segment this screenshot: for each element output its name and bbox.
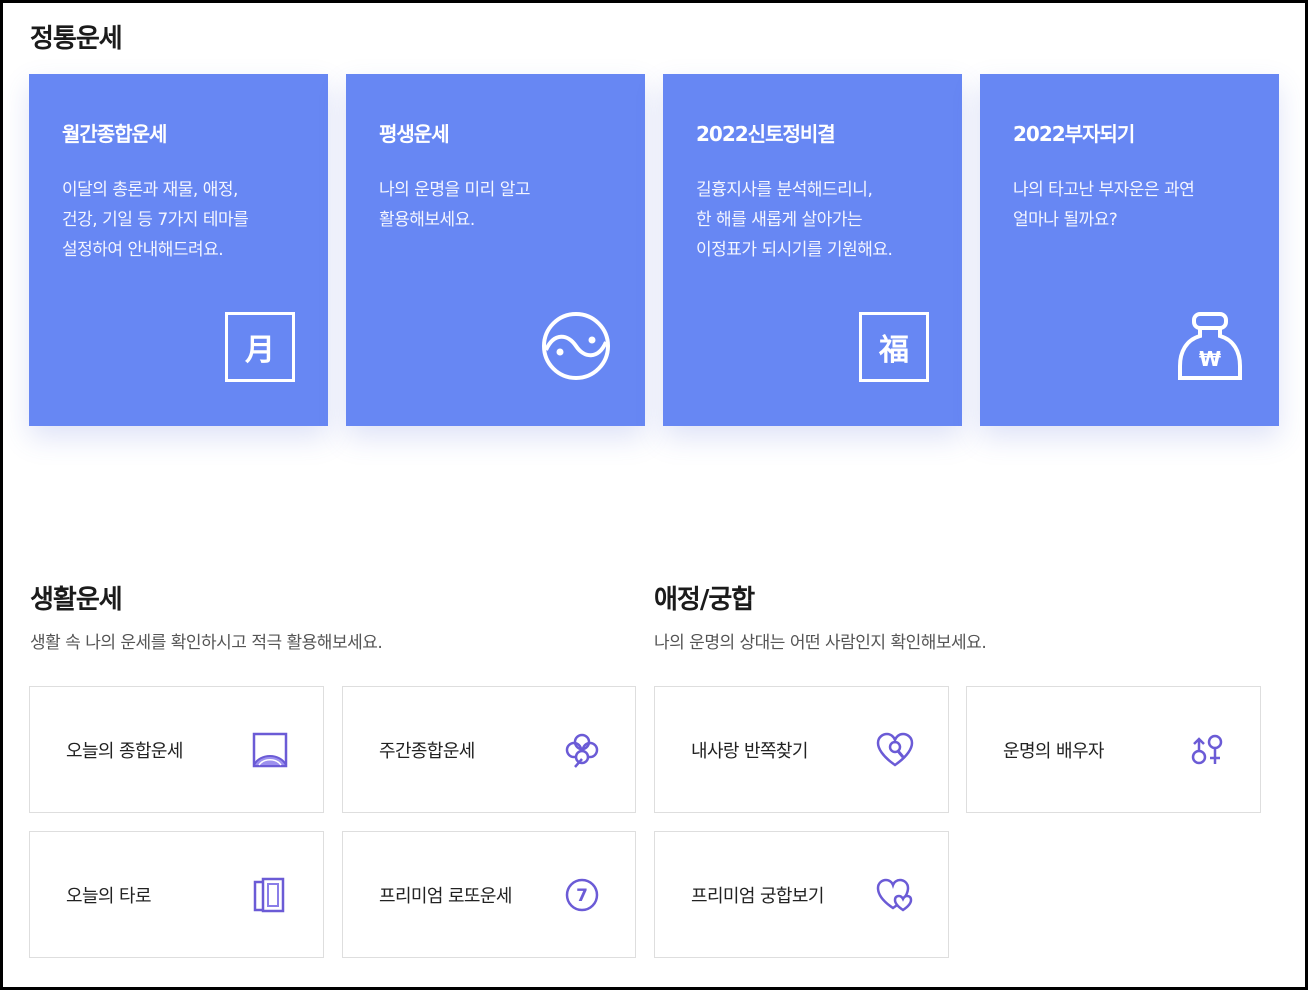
lotto-ball-icon: 7	[563, 876, 601, 914]
fortune-hanja-icon: 福	[859, 312, 929, 382]
tile-label: 프리미엄 궁합보기	[691, 885, 824, 907]
tarot-cards-icon	[251, 876, 289, 914]
clover-icon	[563, 731, 601, 769]
card-wealth-fortune[interactable]: 2022부자되기 나의 타고난 부자운은 과연 얼마나 될까요? ₩	[980, 74, 1279, 426]
svg-text:7: 7	[576, 886, 588, 906]
card-description: 나의 타고난 부자운은 과연 얼마나 될까요?	[1013, 180, 1195, 230]
sunrise-icon	[251, 731, 289, 769]
svg-text:₩: ₩	[1199, 347, 1221, 371]
calendar-month-icon: 月	[225, 312, 295, 382]
card-lifetime-fortune[interactable]: 평생운세 나의 운명을 미리 알고 활용해보세요.	[346, 74, 645, 426]
section-description-love: 나의 운명의 상대는 어떤 사람인지 확인해보세요.	[654, 633, 987, 653]
tile-label: 오늘의 종합운세	[66, 740, 183, 762]
tile-premium-compatibility[interactable]: 프리미엄 궁합보기	[654, 831, 949, 958]
card-description: 나의 운명을 미리 알고 활용해보세요.	[379, 180, 530, 230]
card-description: 이달의 총론과 재물, 애정, 건강, 기일 등 7가지 테마를 설정하여 안내…	[62, 180, 249, 260]
tile-label: 주간종합운세	[379, 740, 475, 762]
tile-label: 운명의 배우자	[1003, 740, 1104, 762]
section-description-life: 생활 속 나의 운세를 확인하시고 적극 활용해보세요.	[30, 633, 383, 653]
tile-weekly-fortune[interactable]: 주간종합운세	[342, 686, 636, 813]
card-title: 월간종합운세	[62, 122, 167, 146]
section-title-life: 생활운세	[30, 585, 123, 615]
card-monthly-fortune[interactable]: 월간종합운세 이달의 총론과 재물, 애정, 건강, 기일 등 7가지 테마를 …	[29, 74, 328, 426]
tile-destined-spouse[interactable]: 운명의 배우자	[966, 686, 1261, 813]
tile-label: 내사랑 반쪽찾기	[691, 740, 808, 762]
double-heart-icon	[876, 876, 914, 914]
gender-symbols-icon	[1188, 731, 1226, 769]
tile-label: 오늘의 타로	[66, 885, 152, 907]
yin-yang-icon	[540, 310, 612, 382]
card-title: 평생운세	[379, 122, 450, 146]
card-title: 2022신토정비결	[696, 122, 836, 146]
tile-premium-lotto[interactable]: 프리미엄 로또운세 7	[342, 831, 636, 958]
card-title: 2022부자되기	[1013, 122, 1135, 146]
tile-today-fortune[interactable]: 오늘의 종합운세	[29, 686, 324, 813]
heart-search-icon	[876, 731, 914, 769]
card-tojeong-fortune[interactable]: 2022신토정비결 길흉지사를 분석해드리니, 한 해를 새롭게 살아가는 이정…	[663, 74, 962, 426]
tile-today-tarot[interactable]: 오늘의 타로	[29, 831, 324, 958]
section-title-traditional: 정통운세	[30, 24, 123, 54]
tile-label: 프리미엄 로또운세	[379, 885, 512, 907]
section-title-love: 애정/궁합	[654, 585, 755, 615]
card-description: 길흉지사를 분석해드리니, 한 해를 새롭게 살아가는 이정표가 되시기를 기원…	[696, 180, 893, 260]
tile-find-soulmate[interactable]: 내사랑 반쪽찾기	[654, 686, 949, 813]
money-bag-icon: ₩	[1174, 310, 1246, 382]
